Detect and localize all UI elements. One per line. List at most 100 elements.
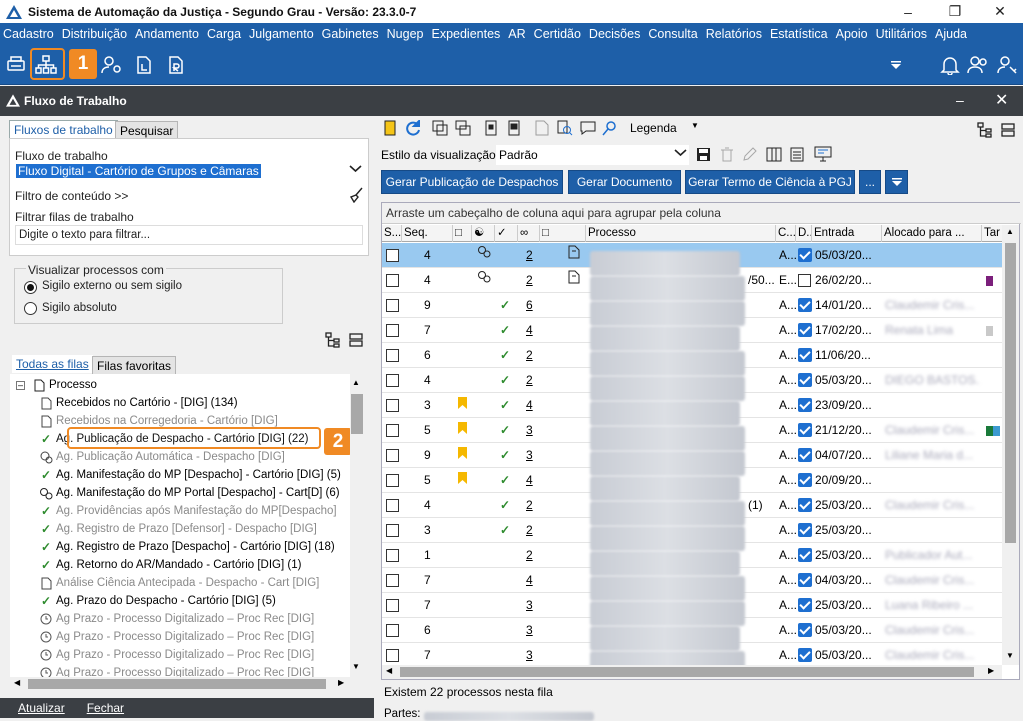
close-panel-icon[interactable]: ✕ bbox=[995, 90, 1008, 110]
tree-hscrollbar[interactable]: ◀ ▶ bbox=[10, 677, 350, 691]
menu-item[interactable]: AR bbox=[508, 27, 525, 41]
list-icon[interactable] bbox=[790, 147, 804, 165]
row-checkbox[interactable] bbox=[386, 524, 399, 537]
scroll-down-icon[interactable]: ▼ bbox=[1006, 651, 1014, 660]
row-checkbox[interactable] bbox=[386, 399, 399, 412]
queue-filter-input[interactable]: Digite o texto para filtrar... bbox=[15, 225, 363, 245]
row-number[interactable]: 3 bbox=[526, 618, 538, 643]
row-d-checkbox[interactable] bbox=[798, 398, 812, 412]
tree-queue-item[interactable]: Ag. Manifestação do MP Portal [Despacho]… bbox=[10, 484, 350, 502]
col-alocado[interactable]: Alocado para ... bbox=[882, 225, 982, 242]
comment-icon[interactable] bbox=[580, 120, 596, 139]
row-checkbox[interactable] bbox=[386, 274, 399, 287]
row-number[interactable]: 2 bbox=[526, 343, 538, 368]
menu-item[interactable]: Ajuda bbox=[935, 27, 967, 41]
document-r-icon[interactable] bbox=[164, 53, 188, 77]
table-row[interactable]: 9 ✓ 3 A... 04/07/20... Liliane Maria d... bbox=[382, 443, 1002, 476]
collapse-tree-icon[interactable] bbox=[349, 333, 363, 350]
col-processo[interactable]: Processo bbox=[586, 225, 776, 242]
col-flag[interactable]: □ bbox=[453, 225, 472, 242]
radio-external[interactable] bbox=[24, 281, 37, 294]
col-d[interactable]: D... bbox=[796, 225, 812, 242]
row-checkbox[interactable] bbox=[386, 474, 399, 487]
tree-queue-item[interactable]: ✓ Ag. Providências após Manifestação do M… bbox=[10, 502, 350, 520]
expand-tree-icon[interactable] bbox=[325, 332, 341, 351]
gen-document-button[interactable]: Gerar Documento bbox=[568, 170, 681, 194]
menu-item[interactable]: Cadastro bbox=[3, 27, 54, 41]
menu-item[interactable]: Certidão bbox=[534, 27, 581, 41]
more-button[interactable]: ... bbox=[859, 170, 881, 194]
row-d-checkbox[interactable] bbox=[798, 448, 812, 462]
menu-item[interactable]: Gabinetes bbox=[322, 27, 379, 41]
row-d-checkbox[interactable] bbox=[798, 348, 812, 362]
row-d-checkbox[interactable] bbox=[798, 548, 812, 562]
row-d-checkbox[interactable] bbox=[798, 473, 812, 487]
row-d-checkbox[interactable] bbox=[798, 498, 812, 512]
menu-item[interactable]: Carga bbox=[207, 27, 241, 41]
maximize-icon[interactable]: ❐ bbox=[932, 0, 978, 23]
row-number[interactable]: 4 bbox=[526, 393, 538, 418]
gen-term-button[interactable]: Gerar Termo de Ciência à PGJ bbox=[685, 170, 855, 194]
row-checkbox[interactable] bbox=[386, 624, 399, 637]
scroll-right-icon[interactable]: ▶ bbox=[338, 678, 344, 687]
save-icon[interactable] bbox=[696, 147, 711, 165]
row-number[interactable]: 3 bbox=[526, 418, 538, 443]
col-link[interactable]: ∞ bbox=[518, 225, 540, 242]
row-d-checkbox[interactable] bbox=[798, 274, 811, 287]
collapse-node-icon[interactable]: – bbox=[16, 380, 25, 390]
col-attach[interactable]: □ bbox=[540, 225, 586, 242]
row-checkbox[interactable] bbox=[386, 549, 399, 562]
col-tar[interactable]: Tar bbox=[982, 225, 1002, 242]
bell-icon[interactable] bbox=[938, 53, 962, 77]
row-number[interactable]: 3 bbox=[526, 443, 538, 468]
row-number[interactable]: 2 bbox=[526, 268, 538, 293]
columns-icon[interactable] bbox=[766, 147, 782, 165]
row-d-checkbox[interactable] bbox=[798, 598, 812, 612]
table-row[interactable]: 4 2 A... 05/03/20... bbox=[382, 243, 1002, 276]
dropdown-arrow-icon[interactable] bbox=[884, 53, 908, 77]
row-number[interactable]: 2 bbox=[526, 518, 538, 543]
menu-item[interactable]: Consulta bbox=[648, 27, 697, 41]
table-row[interactable]: 7 3 A... 25/03/20... Luana Ribeiro ... bbox=[382, 593, 1002, 626]
monitor-icon[interactable] bbox=[814, 146, 832, 165]
row-number[interactable]: 2 bbox=[526, 243, 538, 268]
table-row[interactable]: 7 ✓ 4 A... 17/02/20... Renata Lima bbox=[382, 318, 1002, 351]
row-number[interactable]: 6 bbox=[526, 293, 538, 318]
gen-publication-button[interactable]: Gerar Publicação de Despachos bbox=[381, 170, 563, 194]
tree-queue-item[interactable]: Ag Prazo - Processo Digitalizado – Proc … bbox=[10, 628, 350, 646]
tree-vscrollbar[interactable]: ▲ ▼ bbox=[350, 374, 364, 677]
options-dropdown-button[interactable] bbox=[885, 170, 908, 194]
row-checkbox[interactable] bbox=[386, 574, 399, 587]
row-checkbox[interactable] bbox=[386, 324, 399, 337]
tree-queue-item[interactable]: Ag Prazo - Processo Digitalizado – Proc … bbox=[10, 646, 350, 664]
flow-select[interactable]: Fluxo Digital - Cartório de Grupos e Câm… bbox=[15, 163, 364, 181]
menu-item[interactable]: Apoio bbox=[836, 27, 868, 41]
scroll-left-icon[interactable]: ◀ bbox=[386, 666, 392, 675]
row-checkbox[interactable] bbox=[386, 374, 399, 387]
row-number[interactable]: 4 bbox=[526, 468, 538, 493]
col-s[interactable]: S... bbox=[382, 225, 402, 242]
row-d-checkbox[interactable] bbox=[798, 248, 812, 262]
col-assign[interactable]: ☯ bbox=[472, 225, 495, 242]
menu-item[interactable]: Relatórios bbox=[706, 27, 762, 41]
tree-queue-item[interactable]: Análise Ciência Antecipada - Despacho - … bbox=[10, 574, 350, 592]
tree-queue-item[interactable]: ✓ Ag. Registro de Prazo [Despacho] - Cart… bbox=[10, 538, 350, 556]
tab-favorite-queues[interactable]: Filas favoritas bbox=[92, 356, 177, 375]
windows-icon[interactable] bbox=[455, 120, 471, 139]
unassign-icon[interactable] bbox=[506, 120, 522, 139]
col-seq[interactable]: Seq. bbox=[402, 225, 453, 242]
collapse-tree-icon[interactable] bbox=[1001, 123, 1015, 140]
row-checkbox[interactable] bbox=[386, 349, 399, 362]
grid-hscrollbar[interactable]: ◀ ▶ bbox=[382, 665, 1002, 679]
search-doc-icon[interactable] bbox=[557, 120, 573, 139]
users-icon[interactable] bbox=[966, 53, 990, 77]
tree-queue-item[interactable]: ✓ Ag. Registro de Prazo [Defensor] - Desp… bbox=[10, 520, 350, 538]
copy-icon[interactable] bbox=[432, 120, 448, 139]
document-lock-icon[interactable] bbox=[132, 53, 156, 77]
col-c[interactable]: C... bbox=[776, 225, 796, 242]
tree-queue-item[interactable]: ✓ Ag. Prazo do Despacho - Cartório [DIG] … bbox=[10, 592, 350, 610]
scroll-right-icon[interactable]: ▶ bbox=[988, 666, 994, 675]
row-number[interactable]: 2 bbox=[526, 368, 538, 393]
minimize-panel-icon[interactable]: – bbox=[956, 92, 964, 108]
expand-tree-icon[interactable] bbox=[977, 122, 993, 141]
